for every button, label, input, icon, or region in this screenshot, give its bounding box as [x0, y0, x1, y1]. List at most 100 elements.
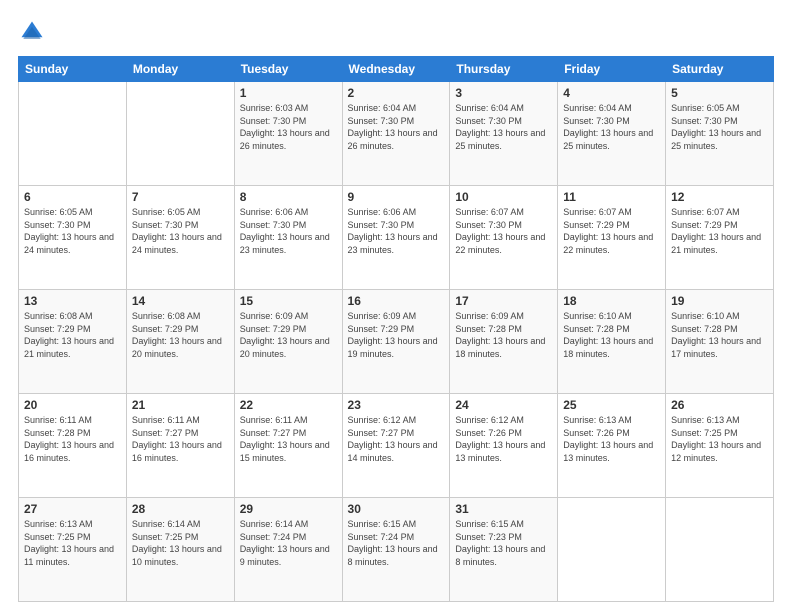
- day-info: Sunrise: 6:05 AM Sunset: 7:30 PM Dayligh…: [24, 206, 121, 256]
- calendar-week-row: 27 Sunrise: 6:13 AM Sunset: 7:25 PM Dayli…: [19, 498, 774, 602]
- calendar-cell: 3 Sunrise: 6:04 AM Sunset: 7:30 PM Daylig…: [450, 82, 558, 186]
- calendar-cell: 14Sunrise: 6:08 AM Sunset: 7:29 PM Dayli…: [126, 290, 234, 394]
- day-number: 24: [455, 398, 552, 412]
- calendar-cell: 18Sunrise: 6:10 AM Sunset: 7:28 PM Dayli…: [558, 290, 666, 394]
- calendar-table: SundayMondayTuesdayWednesdayThursdayFrid…: [18, 56, 774, 602]
- calendar-cell: 8 Sunrise: 6:06 AM Sunset: 7:30 PM Daylig…: [234, 186, 342, 290]
- day-info: Sunrise: 6:07 AM Sunset: 7:29 PM Dayligh…: [671, 206, 768, 256]
- day-number: 7: [132, 190, 229, 204]
- calendar-day-header: Friday: [558, 57, 666, 82]
- calendar-cell: 9 Sunrise: 6:06 AM Sunset: 7:30 PM Daylig…: [342, 186, 450, 290]
- calendar-cell: 25 Sunrise: 6:13 AM Sunset: 7:26 PM Dayli…: [558, 394, 666, 498]
- calendar-week-row: 6Sunrise: 6:05 AM Sunset: 7:30 PM Daylig…: [19, 186, 774, 290]
- day-info: Sunrise: 6:04 AM Sunset: 7:30 PM Dayligh…: [348, 102, 445, 152]
- day-number: 2: [348, 86, 445, 100]
- calendar-cell: 13 Sunrise: 6:08 AM Sunset: 7:29 PM Dayli…: [19, 290, 127, 394]
- calendar-cell: 12 Sunrise: 6:07 AM Sunset: 7:29 PM Dayli…: [666, 186, 774, 290]
- calendar-day-header: Tuesday: [234, 57, 342, 82]
- calendar-day-header: Monday: [126, 57, 234, 82]
- day-number: 22: [240, 398, 337, 412]
- day-number: 23: [348, 398, 445, 412]
- day-number: 31: [455, 502, 552, 516]
- day-number: 8: [240, 190, 337, 204]
- calendar-cell: 19 Sunrise: 6:10 AM Sunset: 7:28 PM Dayli…: [666, 290, 774, 394]
- day-number: 30: [348, 502, 445, 516]
- calendar-cell: 15 Sunrise: 6:09 AM Sunset: 7:29 PM Dayli…: [234, 290, 342, 394]
- logo: [18, 18, 50, 46]
- calendar-cell: 10Sunrise: 6:07 AM Sunset: 7:30 PM Dayli…: [450, 186, 558, 290]
- calendar-cell: 4Sunrise: 6:04 AM Sunset: 7:30 PM Daylig…: [558, 82, 666, 186]
- day-number: 19: [671, 294, 768, 308]
- calendar-cell: [19, 82, 127, 186]
- day-number: 11: [563, 190, 660, 204]
- day-info: Sunrise: 6:06 AM Sunset: 7:30 PM Dayligh…: [348, 206, 445, 256]
- calendar-cell: 17 Sunrise: 6:09 AM Sunset: 7:28 PM Dayli…: [450, 290, 558, 394]
- header: [18, 18, 774, 46]
- day-info: Sunrise: 6:15 AM Sunset: 7:24 PM Dayligh…: [348, 518, 445, 568]
- day-number: 20: [24, 398, 121, 412]
- day-info: Sunrise: 6:13 AM Sunset: 7:25 PM Dayligh…: [24, 518, 121, 568]
- day-number: 17: [455, 294, 552, 308]
- calendar-cell: 20 Sunrise: 6:11 AM Sunset: 7:28 PM Dayli…: [19, 394, 127, 498]
- day-info: Sunrise: 6:13 AM Sunset: 7:25 PM Dayligh…: [671, 414, 768, 464]
- day-number: 12: [671, 190, 768, 204]
- calendar-week-row: 1 Sunrise: 6:03 AM Sunset: 7:30 PM Daylig…: [19, 82, 774, 186]
- calendar-cell: 2 Sunrise: 6:04 AM Sunset: 7:30 PM Daylig…: [342, 82, 450, 186]
- day-info: Sunrise: 6:05 AM Sunset: 7:30 PM Dayligh…: [132, 206, 229, 256]
- calendar-cell: 21Sunrise: 6:11 AM Sunset: 7:27 PM Dayli…: [126, 394, 234, 498]
- day-info: Sunrise: 6:04 AM Sunset: 7:30 PM Dayligh…: [455, 102, 552, 152]
- day-number: 29: [240, 502, 337, 516]
- day-number: 14: [132, 294, 229, 308]
- day-number: 21: [132, 398, 229, 412]
- calendar-cell: 22 Sunrise: 6:11 AM Sunset: 7:27 PM Dayli…: [234, 394, 342, 498]
- day-number: 16: [348, 294, 445, 308]
- day-number: 5: [671, 86, 768, 100]
- calendar-cell: 26 Sunrise: 6:13 AM Sunset: 7:25 PM Dayli…: [666, 394, 774, 498]
- calendar-cell: [126, 82, 234, 186]
- calendar-day-header: Thursday: [450, 57, 558, 82]
- day-number: 25: [563, 398, 660, 412]
- day-info: Sunrise: 6:11 AM Sunset: 7:27 PM Dayligh…: [240, 414, 337, 464]
- calendar-week-row: 20 Sunrise: 6:11 AM Sunset: 7:28 PM Dayli…: [19, 394, 774, 498]
- page: SundayMondayTuesdayWednesdayThursdayFrid…: [0, 0, 792, 612]
- calendar-cell: 11 Sunrise: 6:07 AM Sunset: 7:29 PM Dayli…: [558, 186, 666, 290]
- logo-icon: [18, 18, 46, 46]
- day-number: 13: [24, 294, 121, 308]
- calendar-cell: 1 Sunrise: 6:03 AM Sunset: 7:30 PM Daylig…: [234, 82, 342, 186]
- day-info: Sunrise: 6:12 AM Sunset: 7:27 PM Dayligh…: [348, 414, 445, 464]
- day-info: Sunrise: 6:14 AM Sunset: 7:25 PM Dayligh…: [132, 518, 229, 568]
- day-info: Sunrise: 6:05 AM Sunset: 7:30 PM Dayligh…: [671, 102, 768, 152]
- day-info: Sunrise: 6:09 AM Sunset: 7:29 PM Dayligh…: [348, 310, 445, 360]
- day-number: 1: [240, 86, 337, 100]
- day-number: 15: [240, 294, 337, 308]
- day-info: Sunrise: 6:07 AM Sunset: 7:29 PM Dayligh…: [563, 206, 660, 256]
- calendar-cell: 5 Sunrise: 6:05 AM Sunset: 7:30 PM Daylig…: [666, 82, 774, 186]
- calendar-cell: 6Sunrise: 6:05 AM Sunset: 7:30 PM Daylig…: [19, 186, 127, 290]
- day-info: Sunrise: 6:10 AM Sunset: 7:28 PM Dayligh…: [563, 310, 660, 360]
- day-info: Sunrise: 6:11 AM Sunset: 7:28 PM Dayligh…: [24, 414, 121, 464]
- day-info: Sunrise: 6:07 AM Sunset: 7:30 PM Dayligh…: [455, 206, 552, 256]
- calendar-week-row: 13 Sunrise: 6:08 AM Sunset: 7:29 PM Dayli…: [19, 290, 774, 394]
- day-info: Sunrise: 6:06 AM Sunset: 7:30 PM Dayligh…: [240, 206, 337, 256]
- day-number: 26: [671, 398, 768, 412]
- day-info: Sunrise: 6:15 AM Sunset: 7:23 PM Dayligh…: [455, 518, 552, 568]
- calendar-cell: 7 Sunrise: 6:05 AM Sunset: 7:30 PM Daylig…: [126, 186, 234, 290]
- day-info: Sunrise: 6:13 AM Sunset: 7:26 PM Dayligh…: [563, 414, 660, 464]
- day-info: Sunrise: 6:10 AM Sunset: 7:28 PM Dayligh…: [671, 310, 768, 360]
- day-number: 9: [348, 190, 445, 204]
- calendar-day-header: Wednesday: [342, 57, 450, 82]
- calendar-cell: 30 Sunrise: 6:15 AM Sunset: 7:24 PM Dayli…: [342, 498, 450, 602]
- day-number: 3: [455, 86, 552, 100]
- day-number: 27: [24, 502, 121, 516]
- calendar-cell: 31 Sunrise: 6:15 AM Sunset: 7:23 PM Dayli…: [450, 498, 558, 602]
- day-info: Sunrise: 6:08 AM Sunset: 7:29 PM Dayligh…: [24, 310, 121, 360]
- calendar-cell: 27 Sunrise: 6:13 AM Sunset: 7:25 PM Dayli…: [19, 498, 127, 602]
- day-info: Sunrise: 6:09 AM Sunset: 7:29 PM Dayligh…: [240, 310, 337, 360]
- calendar-cell: [666, 498, 774, 602]
- day-number: 28: [132, 502, 229, 516]
- day-info: Sunrise: 6:09 AM Sunset: 7:28 PM Dayligh…: [455, 310, 552, 360]
- calendar-cell: 16 Sunrise: 6:09 AM Sunset: 7:29 PM Dayli…: [342, 290, 450, 394]
- day-info: Sunrise: 6:03 AM Sunset: 7:30 PM Dayligh…: [240, 102, 337, 152]
- day-info: Sunrise: 6:12 AM Sunset: 7:26 PM Dayligh…: [455, 414, 552, 464]
- day-info: Sunrise: 6:04 AM Sunset: 7:30 PM Dayligh…: [563, 102, 660, 152]
